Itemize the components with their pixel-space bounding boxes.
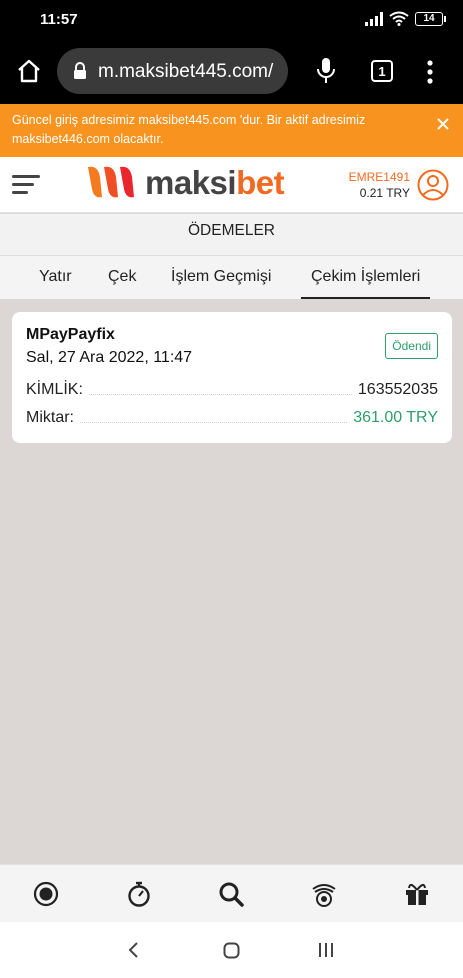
url-text: m.maksibet445.com/ — [98, 61, 274, 82]
payments-tabs: Yatır Çek İşlem Geçmişi Çekim İşlemleri — [0, 256, 463, 300]
logo-text-bet: bet — [236, 164, 285, 201]
user-info[interactable]: EMRE1491 0.21 TRY — [349, 170, 410, 200]
tab-count: 1 — [378, 63, 386, 79]
logo-wordmark: maksibet — [145, 164, 285, 202]
menu-line — [12, 183, 34, 186]
home-icon[interactable] — [16, 58, 42, 84]
stopwatch-icon[interactable] — [126, 881, 152, 907]
dotted-leader — [88, 394, 352, 395]
microphone-icon[interactable] — [315, 57, 337, 85]
status-icons: 14 — [365, 11, 446, 26]
user-avatar-icon[interactable] — [417, 169, 449, 201]
back-icon[interactable] — [126, 941, 140, 959]
amount-value: 361.00 TRY — [353, 409, 438, 426]
id-row: KİMLİK: 163552035 — [26, 381, 438, 399]
dotted-leader — [80, 422, 348, 423]
status-bar: 11:57 14 — [0, 0, 463, 40]
logo-mark-icon — [88, 166, 134, 198]
username: EMRE1491 — [348, 170, 410, 184]
battery-level: 14 — [423, 13, 435, 24]
balance: 0.21 TRY — [359, 186, 410, 200]
signal-icon — [365, 11, 383, 26]
tab-withdrawal-transactions[interactable]: Çekim İşlemleri — [300, 268, 431, 299]
logo-text-maksi: maksi — [145, 164, 237, 201]
tab-withdraw[interactable]: Çek — [108, 268, 136, 286]
maksibet-logo[interactable]: maksibet — [84, 163, 285, 203]
tab-deposit[interactable]: Yatır — [39, 268, 72, 286]
amount-row: Miktar: 361.00 TRY — [26, 409, 438, 427]
address-bar[interactable]: m.maksibet445.com/ — [57, 48, 288, 94]
id-label: KİMLİK: — [26, 381, 83, 398]
android-navigation-bar — [0, 922, 463, 978]
status-time: 11:57 — [40, 11, 78, 28]
recent-apps-icon[interactable] — [318, 942, 334, 958]
page-title: ÖDEMELER — [0, 214, 463, 256]
search-icon[interactable] — [218, 881, 244, 907]
tab-transaction-history[interactable]: İşlem Geçmişi — [171, 268, 271, 286]
tab-switcher-button[interactable]: 1 — [371, 60, 393, 82]
withdrawal-card: MPayPayfix Sal, 27 Ara 2022, 11:47 Ödend… — [12, 312, 452, 443]
transaction-date: Sal, 27 Ara 2022, 11:47 — [26, 349, 193, 366]
status-badge: Ödendi — [385, 333, 438, 359]
close-icon[interactable] — [435, 116, 451, 132]
address-notice-banner: Güncel giriş adresimiz maksibet445.com '… — [0, 104, 463, 157]
lock-icon — [74, 62, 86, 79]
browser-toolbar: m.maksibet445.com/ 1 — [0, 40, 463, 104]
amount-label: Miktar: — [26, 409, 74, 426]
menu-line — [12, 175, 40, 178]
id-value: 163552035 — [357, 381, 438, 398]
wifi-icon — [389, 11, 409, 26]
live-icon[interactable] — [33, 881, 59, 907]
site-header: maksibet EMRE1491 0.21 TRY — [0, 157, 463, 213]
gift-icon[interactable] — [404, 881, 430, 907]
home-nav-icon[interactable] — [223, 942, 240, 959]
payment-method: MPayPayfix — [26, 326, 115, 343]
battery-icon: 14 — [415, 11, 446, 26]
hamburger-menu-button[interactable] — [12, 173, 40, 195]
banner-text: Güncel giriş adresimiz maksibet445.com '… — [12, 113, 366, 146]
menu-line — [12, 191, 28, 194]
casino-chip-icon[interactable] — [311, 881, 337, 907]
more-menu-icon[interactable] — [422, 58, 438, 86]
bottom-navigation — [0, 864, 463, 922]
